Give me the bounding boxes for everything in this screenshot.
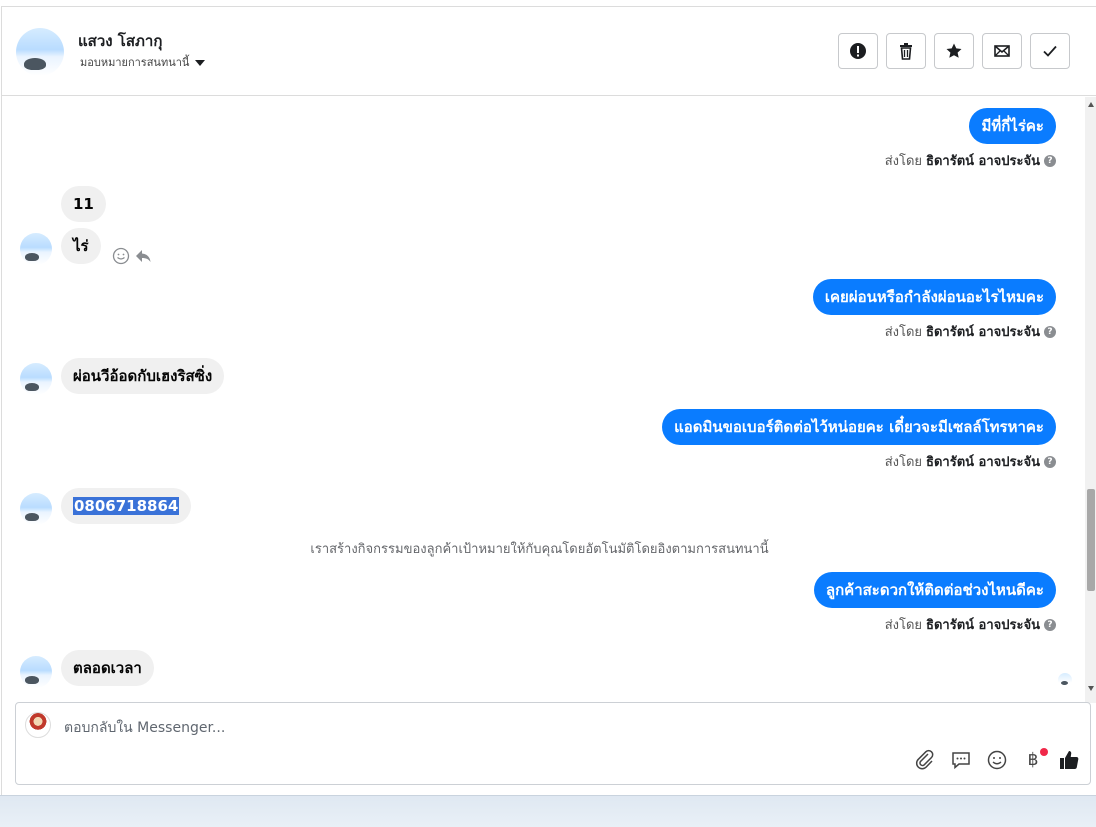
mark-unread-button[interactable] (982, 33, 1022, 69)
emoji-react-icon[interactable] (112, 247, 130, 265)
reply-composer[interactable]: ตอบกลับใน Messenger... ฿ (15, 702, 1091, 785)
outgoing-message[interactable]: เคยผ่อนหรือกำลังผ่อนอะไรไหมคะ (812, 279, 1056, 315)
sent-by-label: ส่งโดย ธิดารัตน์ อาจประจัน ? (885, 321, 1056, 342)
sent-by-label: ส่งโดย ธิดารัตน์ อาจประจัน ? (885, 451, 1056, 472)
assign-conversation-dropdown[interactable]: มอบหมายการสนทนานี้ (80, 53, 206, 71)
trash-icon (900, 43, 912, 60)
checkmark-icon (1043, 45, 1057, 57)
help-icon[interactable]: ? (1044, 154, 1056, 167)
mark-done-button[interactable] (1030, 33, 1070, 69)
composer-toolbar: ฿ (914, 748, 1080, 771)
outgoing-message[interactable]: ลูกค้าสะดวกให้ติดต่อช่วงไหนดีคะ (813, 572, 1056, 608)
star-button[interactable] (934, 33, 974, 69)
saved-replies-icon[interactable] (950, 749, 972, 771)
agent-name: ธิดารัตน์ อาจประจัน (926, 154, 1040, 169)
scrollbar[interactable] (1085, 97, 1096, 703)
sent-by-prefix: ส่งโดย (884, 618, 923, 633)
star-icon (946, 43, 962, 58)
contact-avatar-small (20, 656, 52, 688)
agent-name: ธิดารัตน์ อาจประจัน (926, 325, 1040, 340)
taskbar (0, 795, 1096, 827)
contact-avatar[interactable] (16, 28, 64, 76)
scrollbar-thumb[interactable] (1087, 489, 1095, 591)
system-note: เราสร้างกิจกรรมของลูกค้าเป้าหมายให้กับคุ… (310, 542, 769, 557)
mark-spam-button[interactable] (838, 33, 878, 69)
incoming-message[interactable]: ผ่อนวีอ้อดกับเฮงริสซิ่ง (61, 358, 225, 394)
outgoing-message[interactable]: แอดมินขอเบอร์ติดต่อไว้หน่อยคะ เดี๋ยวจะมี… (662, 409, 1056, 445)
incoming-message[interactable]: 0806718864 (61, 488, 192, 524)
sent-by-label: ส่งโดย ธิดารัตน์ อาจประจัน ? (885, 150, 1056, 171)
attachment-icon[interactable] (914, 749, 936, 771)
sent-by-prefix: ส่งโดย (884, 154, 923, 169)
envelope-icon (994, 45, 1010, 57)
conversation-header: แสวง โสภากุ มอบหมายการสนทนานี้ (2, 7, 1096, 96)
notification-dot (1040, 748, 1048, 756)
help-icon[interactable]: ? (1044, 455, 1056, 468)
message-actions (112, 247, 152, 265)
incoming-message[interactable]: ไร่ (61, 228, 101, 264)
scroll-up-arrow[interactable] (1088, 102, 1094, 107)
seen-indicator-avatar (1058, 673, 1072, 687)
sent-by-label: ส่งโดย ธิดารัตน์ อาจประจัน ? (885, 614, 1056, 635)
thumbs-up-icon[interactable] (1058, 749, 1080, 771)
reply-input[interactable]: ตอบกลับใน Messenger... (64, 717, 225, 739)
contact-avatar-small (20, 493, 52, 525)
agent-name: ธิดารัตน์ อาจประจัน (926, 455, 1040, 470)
payment-button[interactable]: ฿ (1022, 748, 1048, 770)
contact-avatar-small (20, 233, 52, 265)
inbox-conversation-panel: แสวง โสภากุ มอบหมายการสนทนานี้ มีที่กี่ไ… (1, 6, 1096, 795)
scroll-down-arrow[interactable] (1088, 686, 1094, 691)
message-thread[interactable]: มีที่กี่ไร่คะ ส่งโดย ธิดารัตน์ อาจประจัน… (2, 97, 1096, 703)
agent-name: ธิดารัตน์ อาจประจัน (926, 618, 1040, 633)
selected-phone-number[interactable]: 0806718864 (73, 497, 180, 515)
contact-name[interactable]: แสวง โสภากุ (78, 29, 162, 53)
outgoing-message[interactable]: มีที่กี่ไร่คะ (969, 108, 1056, 144)
exclamation-circle-icon (850, 43, 866, 59)
help-icon[interactable]: ? (1044, 618, 1056, 631)
reply-icon[interactable] (134, 247, 152, 265)
contact-avatar-small (20, 363, 52, 395)
delete-button[interactable] (886, 33, 926, 69)
caret-down-icon (195, 60, 206, 66)
assign-label: มอบหมายการสนทนานี้ (80, 56, 190, 69)
baht-icon: ฿ (1027, 750, 1039, 770)
incoming-message[interactable]: ตลอดเวลา (61, 650, 154, 686)
sent-by-prefix: ส่งโดย (884, 455, 923, 470)
help-icon[interactable]: ? (1044, 325, 1056, 338)
page-avatar (25, 712, 51, 738)
incoming-message[interactable]: 11 (61, 186, 106, 222)
sent-by-prefix: ส่งโดย (884, 325, 923, 340)
emoji-icon[interactable] (986, 749, 1008, 771)
